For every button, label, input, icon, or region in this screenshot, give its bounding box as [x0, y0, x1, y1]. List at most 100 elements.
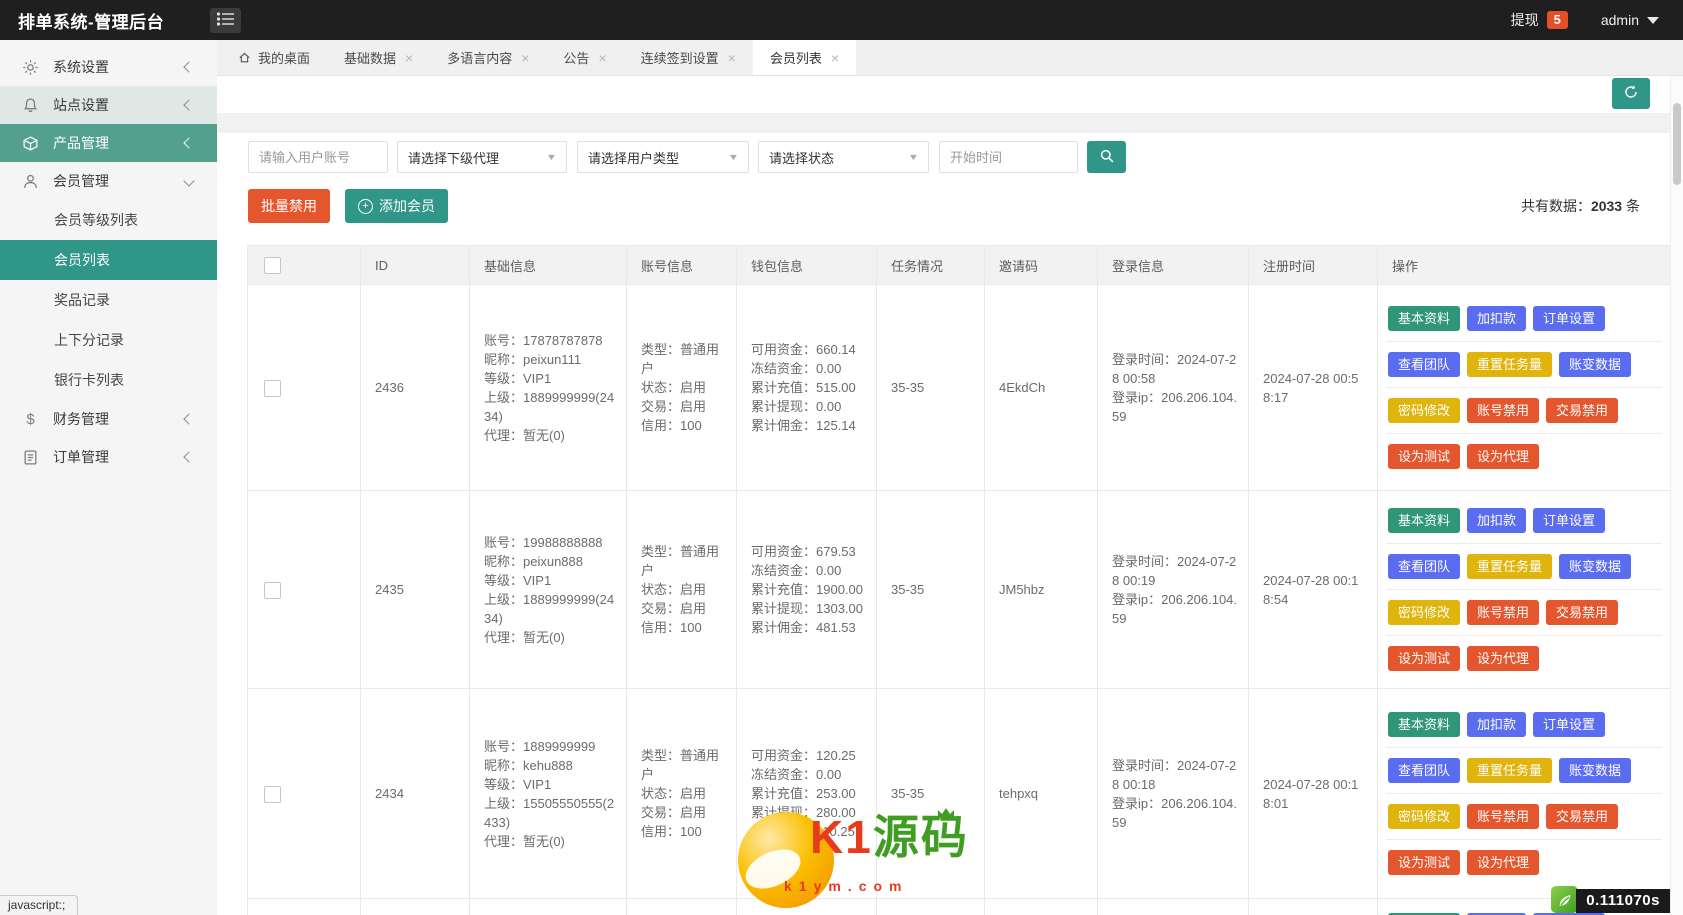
- sidebar-item-finance-management[interactable]: $ 财务管理: [0, 400, 217, 438]
- withdraw-link[interactable]: 提现: [1511, 10, 1539, 30]
- action-set-test-button[interactable]: 设为测试: [1388, 850, 1460, 875]
- action-disable-trade-button[interactable]: 交易禁用: [1546, 398, 1618, 423]
- close-icon[interactable]: ×: [831, 51, 839, 65]
- tab-basic-data[interactable]: 基础数据 ×: [327, 40, 430, 75]
- sidebar-item-member-level-list[interactable]: 会员等级列表: [0, 200, 217, 240]
- vertical-scrollbar[interactable]: [1670, 76, 1683, 915]
- user-menu[interactable]: admin: [1601, 12, 1639, 28]
- sidebar: 系统设置 站点设置 产品管理 会员管理 会员等级列表 会员列表: [0, 40, 217, 915]
- action-set-test-button[interactable]: 设为测试: [1388, 646, 1460, 671]
- sidebar-item-product-management[interactable]: 产品管理: [0, 124, 217, 162]
- action-adjust-balance-button[interactable]: 加扣款: [1467, 712, 1526, 737]
- agent-filter-select[interactable]: 请选择下级代理 ▼: [397, 141, 567, 173]
- action-basic-info-button[interactable]: 基本资料: [1388, 712, 1460, 737]
- tab-announcement[interactable]: 公告 ×: [546, 40, 623, 75]
- action-balance-log-button[interactable]: 账变数据: [1559, 352, 1631, 377]
- sidebar-item-system-settings[interactable]: 系统设置: [0, 48, 217, 86]
- action-set-agent-button[interactable]: 设为代理: [1467, 444, 1539, 469]
- batch-disable-button[interactable]: 批量禁用: [248, 189, 330, 223]
- task-status-cell: 35-35: [877, 491, 985, 689]
- action-change-password-button[interactable]: 密码修改: [1388, 398, 1460, 423]
- action-balance-log-button[interactable]: 账变数据: [1559, 758, 1631, 783]
- user-type-filter-select[interactable]: 请选择用户类型 ▼: [577, 141, 749, 173]
- scrollbar-thumb[interactable]: [1673, 103, 1681, 185]
- refresh-icon: [1623, 84, 1639, 103]
- action-order-settings-button[interactable]: 订单设置: [1533, 508, 1605, 533]
- account-info-cell: 类型：普通用户状态：启用交易：启用信用：100: [627, 285, 737, 491]
- gear-icon: [22, 59, 39, 76]
- add-member-button[interactable]: + 添加会员: [345, 189, 448, 223]
- tab-desktop[interactable]: 我的桌面: [221, 40, 327, 75]
- action-view-team-button[interactable]: 查看团队: [1388, 554, 1460, 579]
- select-all-checkbox[interactable]: [264, 257, 281, 274]
- sidebar-item-prize-records[interactable]: 奖品记录: [0, 280, 217, 320]
- row-checkbox[interactable]: [264, 582, 281, 599]
- action-set-agent-button[interactable]: 设为代理: [1467, 850, 1539, 875]
- wallet-info-cell: 可用资金：679.53冻结资金：0.00累计充值：1900.00累计提现：130…: [737, 491, 877, 689]
- col-header-register-time: 注册时间: [1249, 246, 1378, 285]
- action-balance-log-button[interactable]: 账变数据: [1559, 554, 1631, 579]
- member-table: ID 基础信息 账号信息 钱包信息 任务情况 邀请码 登录信息 注册时间 操作: [247, 245, 1671, 915]
- action-change-password-button[interactable]: 密码修改: [1388, 804, 1460, 829]
- action-view-team-button[interactable]: 查看团队: [1388, 758, 1460, 783]
- col-header-account-info: 账号信息: [627, 246, 737, 285]
- action-order-settings-button[interactable]: 订单设置: [1533, 306, 1605, 331]
- action-reset-tasks-button[interactable]: 重置任务量: [1467, 758, 1552, 783]
- close-icon[interactable]: ×: [405, 51, 413, 65]
- search-icon: [1099, 148, 1115, 167]
- box-icon: [22, 135, 39, 152]
- tab-signin-settings[interactable]: 连续签到设置 ×: [624, 40, 753, 75]
- account-search-input[interactable]: [248, 141, 388, 173]
- action-adjust-balance-button[interactable]: 加扣款: [1467, 508, 1526, 533]
- action-basic-info-button[interactable]: 基本资料: [1388, 508, 1460, 533]
- action-disable-account-button[interactable]: 账号禁用: [1467, 600, 1539, 625]
- page-action-strip: [217, 76, 1671, 113]
- invite-code-cell: JM5hbz: [985, 491, 1098, 689]
- bell-icon: [22, 97, 39, 114]
- close-icon[interactable]: ×: [598, 51, 606, 65]
- dollar-icon: $: [22, 411, 39, 428]
- action-change-password-button[interactable]: 密码修改: [1388, 600, 1460, 625]
- tab-multilanguage[interactable]: 多语言内容 ×: [430, 40, 546, 75]
- sidebar-item-updown-records[interactable]: 上下分记录: [0, 320, 217, 360]
- action-view-team-button[interactable]: 查看团队: [1388, 352, 1460, 377]
- sidebar-item-site-settings[interactable]: 站点设置: [0, 86, 217, 124]
- close-icon[interactable]: ×: [728, 51, 736, 65]
- register-time-cell: 2024-07-28 00:18:54: [1249, 491, 1378, 689]
- member-id: 2434: [361, 689, 470, 899]
- withdraw-count-badge[interactable]: 5: [1547, 11, 1568, 29]
- sidebar-item-member-list[interactable]: 会员列表: [0, 240, 217, 280]
- tab-member-list[interactable]: 会员列表 ×: [753, 40, 856, 75]
- refresh-button[interactable]: [1612, 78, 1650, 109]
- action-disable-account-button[interactable]: 账号禁用: [1467, 398, 1539, 423]
- close-icon[interactable]: ×: [521, 51, 529, 65]
- action-reset-tasks-button[interactable]: 重置任务量: [1467, 554, 1552, 579]
- search-button[interactable]: [1087, 141, 1126, 173]
- total-count-value: 2033: [1591, 198, 1622, 214]
- action-disable-trade-button[interactable]: 交易禁用: [1546, 804, 1618, 829]
- action-disable-account-button[interactable]: 账号禁用: [1467, 804, 1539, 829]
- start-time-input[interactable]: [939, 141, 1078, 173]
- sidebar-item-member-management[interactable]: 会员管理: [0, 162, 217, 200]
- action-set-agent-button[interactable]: 设为代理: [1467, 646, 1539, 671]
- account-info-cell: 类型：普通用户状态：启用交易：启用信用：100: [627, 491, 737, 689]
- base-info-cell: 账号：17878787878昵称：peixun111等级：VIP1上级：1889…: [470, 285, 627, 491]
- action-adjust-balance-button[interactable]: 加扣款: [1467, 306, 1526, 331]
- action-reset-tasks-button[interactable]: 重置任务量: [1467, 352, 1552, 377]
- invite-code-cell: tehpxq: [985, 689, 1098, 899]
- action-disable-trade-button[interactable]: 交易禁用: [1546, 600, 1618, 625]
- row-checkbox[interactable]: [264, 380, 281, 397]
- sidebar-item-bank-card-list[interactable]: 银行卡列表: [0, 360, 217, 400]
- action-set-test-button[interactable]: 设为测试: [1388, 444, 1460, 469]
- menu-icon: [217, 12, 235, 29]
- filter-bar: 请选择下级代理 ▼ 请选择用户类型 ▼ 请选择状态 ▼: [248, 141, 1671, 173]
- action-basic-info-button[interactable]: 基本资料: [1388, 306, 1460, 331]
- sidebar-item-order-management[interactable]: 订单管理: [0, 438, 217, 476]
- tab-bar: 我的桌面 基础数据 × 多语言内容 × 公告 × 连续签到设置 × 会员列表 ×: [217, 40, 1683, 76]
- action-order-settings-button[interactable]: 订单设置: [1533, 712, 1605, 737]
- menu-toggle-button[interactable]: [210, 8, 241, 33]
- row-checkbox[interactable]: [264, 786, 281, 803]
- user-icon: [22, 173, 39, 190]
- status-filter-select[interactable]: 请选择状态 ▼: [758, 141, 929, 173]
- register-time-cell: 2024-07-28 00:18:01: [1249, 689, 1378, 899]
